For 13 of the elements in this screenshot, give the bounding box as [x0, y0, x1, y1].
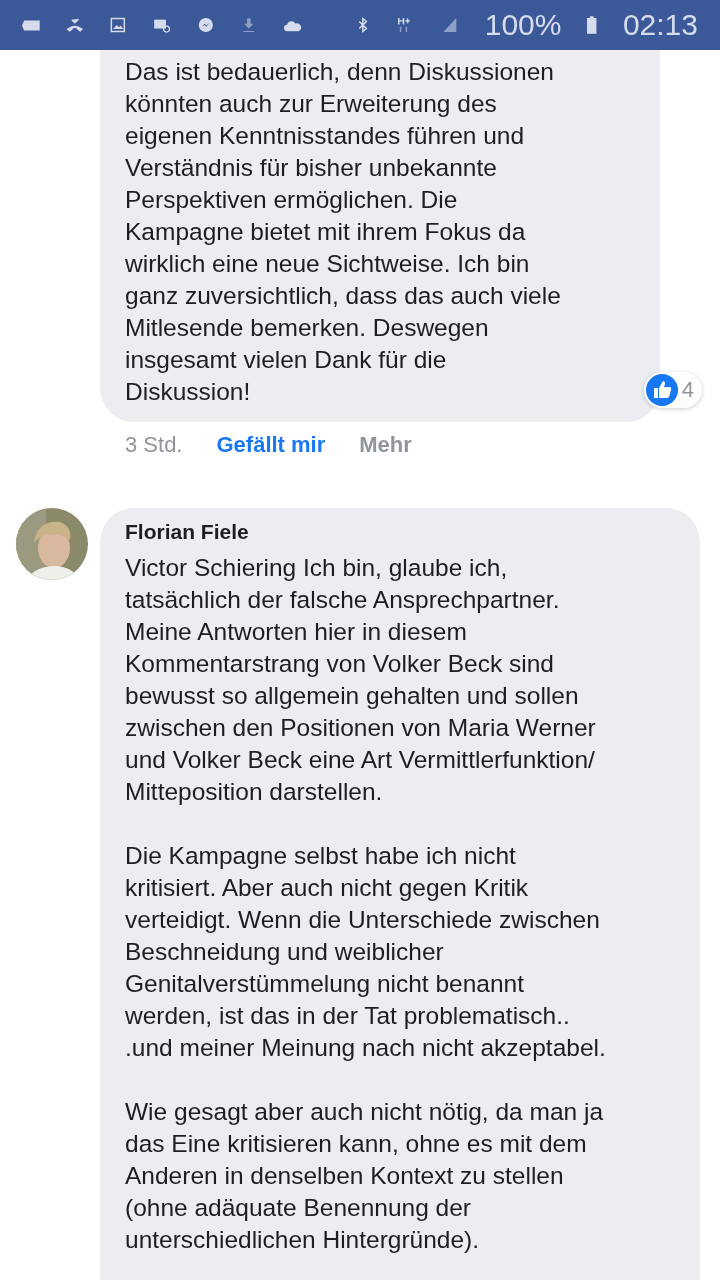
comment-text: Die Kampagne selbst habe ich nicht kritisiert. Aber auch nicht gegen Kritik verteidigt. Wenn die Unterschiede zwischen Beschneidung und weiblicher Genitalverstümmelung nicht benannt werden, ist das in der Tat problematisch.. .und meiner Meinung nach nicht akzeptabel.	[125, 841, 607, 1063]
battery-percentage: 100%	[484, 8, 562, 42]
comment-time: 3 Std.	[125, 432, 183, 458]
comment-text: Wie gesagt aber auch nicht nötig, da man ja das Eine kritisieren kann, ohne es mit dem Anderen in denselben Kontext zu stellen (ohne adäquate Benennung der unterschiedlichen Hintergründe).	[125, 1097, 605, 1255]
reaction-badge[interactable]: 4	[643, 372, 702, 408]
comment-text: Victor Schiering Ich bin, glaube ich, tatsächlich der falsche Ansprechpartner. Meine Antworten hier in diesem Kommentarstrang von Volker Beck sind bewusst so allgemein gehalten und sollen zwischen den Positionen von Maria Werner und Volker Beck eine Art Vermittlerfunktion/ Mitteposition darstellen.	[125, 553, 597, 807]
like-link[interactable]: Gefällt mir	[216, 432, 326, 458]
clock: 02:13	[622, 8, 698, 42]
reaction-count: 4	[681, 377, 694, 403]
thumbs-up-icon	[645, 374, 678, 406]
more-link[interactable]: Mehr	[359, 432, 412, 458]
author-name[interactable]: Florian Fiele	[125, 520, 680, 544]
comment-text: Das ist bedauerlich, denn Diskussionen könnten auch zur Erweiterung des eigenen Kenntnisstandes führen und Verständnis für bisher unbekannte Perspektiven ermöglichen. Die Kampagne bietet mit ihrem Fokus da wirklich eine neue Sichtweise. Ich bin ganz zuversichtlich, dass das auch viele Mitlesende bemerken. Deswegen insgesamt vielen Dank für die Diskussion!	[125, 57, 562, 407]
